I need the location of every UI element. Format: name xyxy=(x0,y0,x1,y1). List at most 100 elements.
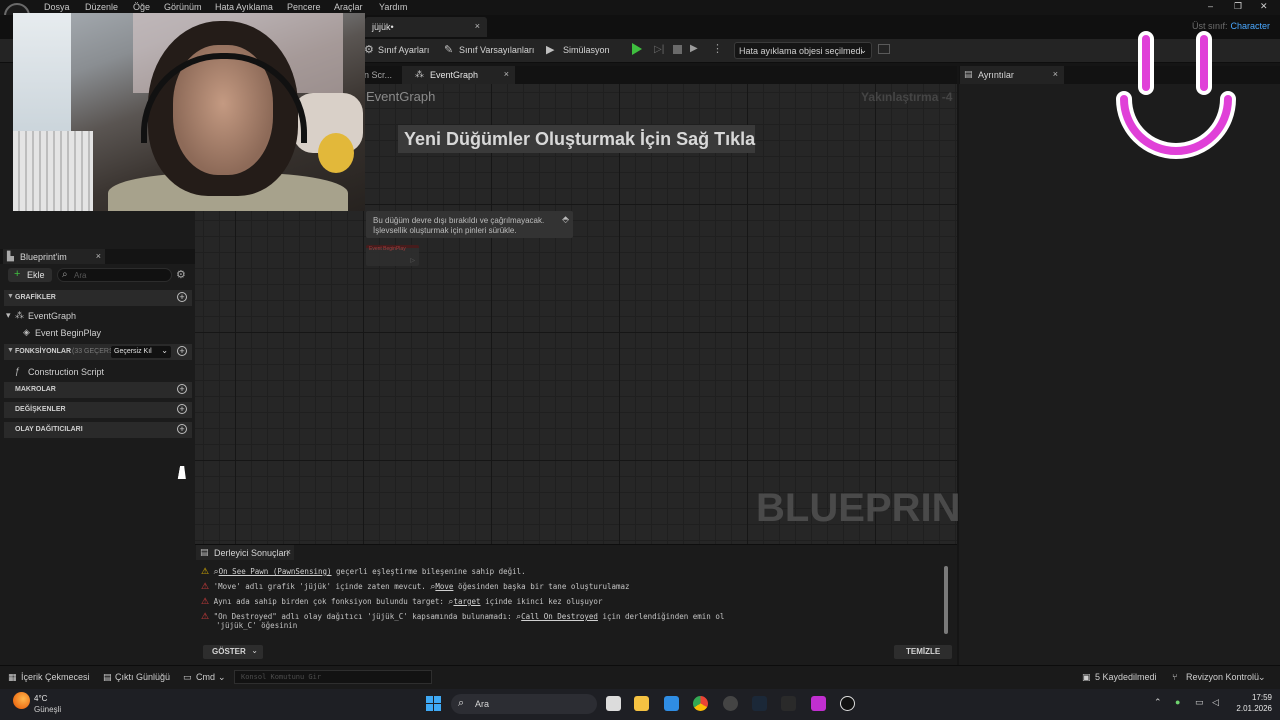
console-command-field[interactable] xyxy=(234,670,432,684)
show-button[interactable]: GÖSTER ⌄ xyxy=(203,645,263,659)
function-icon: ƒ xyxy=(15,366,21,376)
compiler-results-tab[interactable]: ▤ Derleyici Sonuçları × xyxy=(196,545,294,560)
message-link[interactable]: On See Pawn (PawnSensing) xyxy=(219,567,332,576)
chrome-icon[interactable] xyxy=(693,696,708,711)
add-button[interactable]: + Ekle xyxy=(8,268,52,282)
chevron-up-icon[interactable]: ⌃ xyxy=(1154,697,1162,708)
details-tab[interactable]: ▤ Ayrıntılar × xyxy=(960,66,1064,84)
content-drawer-icon: ▦ xyxy=(8,672,17,682)
task-view-icon[interactable] xyxy=(606,696,621,711)
message-link[interactable]: Call On Destroyed xyxy=(521,612,598,621)
event-begin-play-node[interactable]: Event BeginPlay ▷ xyxy=(366,245,419,266)
section-functions-label: FONKSİYONLAR xyxy=(15,348,71,355)
blueprint-search[interactable]: ⌕ xyxy=(57,268,172,282)
cmd-dropdown[interactable]: Cmd xyxy=(196,672,215,682)
menu-debug[interactable]: Hata Ayıklama xyxy=(215,2,273,12)
add-dispatcher-icon[interactable]: + xyxy=(177,424,187,434)
epic-games-icon[interactable] xyxy=(781,696,796,711)
override-label: Geçersiz Kıl xyxy=(114,348,152,355)
volume-icon[interactable]: ◁ xyxy=(1212,697,1219,708)
console-input[interactable] xyxy=(235,671,431,683)
section-graphs[interactable]: ▼ GRAFİKLER + xyxy=(4,290,192,306)
taskbar-search[interactable]: ⌕ Ara xyxy=(451,694,597,714)
step-icon[interactable]: ▷| xyxy=(654,44,664,55)
more-options-icon[interactable]: ⋮ xyxy=(712,42,723,55)
message-text-2: içinde ikinci kez oluşuyor xyxy=(485,597,603,606)
menu-asset[interactable]: Öğe xyxy=(133,2,150,12)
unsaved-button[interactable]: 5 Kaydedilmedi xyxy=(1095,672,1157,682)
menu-window[interactable]: Pencere xyxy=(287,2,321,12)
close-window-button[interactable]: ✕ xyxy=(1260,1,1268,12)
tree-item-construction-script[interactable]: Construction Script xyxy=(28,367,104,377)
weather-icon[interactable] xyxy=(13,692,30,709)
menu-edit[interactable]: Düzenle xyxy=(85,2,118,12)
close-icon[interactable]: × xyxy=(1053,69,1058,79)
class-defaults-button[interactable]: Sınıf Varsayılanları xyxy=(459,45,534,55)
restore-button[interactable]: ❐ xyxy=(1234,1,1242,12)
clear-button[interactable]: TEMİZLE xyxy=(894,645,952,659)
smiley-overlay-icon xyxy=(1116,31,1236,159)
network-icon[interactable]: ▭ xyxy=(1195,697,1204,708)
section-variables[interactable]: DEĞİŞKENLER + xyxy=(4,402,192,418)
debug-object-select[interactable]: Hata ayıklama objesi seçilmedi ⌄ xyxy=(734,42,872,59)
close-icon[interactable]: × xyxy=(286,547,291,557)
system-clock[interactable]: 17:59 2.01.2026 xyxy=(1236,692,1272,714)
my-blueprint-tab[interactable]: ▙ Blueprint'im × xyxy=(3,249,105,264)
tooltip-line-1: Bu düğüm devre dışı bırakıldı ve çağrılm… xyxy=(373,216,545,225)
exec-pin-icon[interactable]: ▷ xyxy=(410,257,415,264)
eject-icon[interactable]: ▶ xyxy=(690,43,698,54)
add-variable-icon[interactable]: + xyxy=(177,404,187,414)
message-link[interactable]: target xyxy=(453,597,480,606)
my-blueprint-tab-label: Blueprint'im xyxy=(20,252,67,262)
tree-item-begin-play[interactable]: Event BeginPlay xyxy=(35,328,101,338)
settings-gear-icon[interactable]: ⚙ xyxy=(176,268,186,281)
blueprint-watermark: BLUEPRINT xyxy=(756,486,985,530)
menu-view[interactable]: Görünüm xyxy=(164,2,202,12)
simulation-button[interactable]: Simülasyon xyxy=(563,45,610,55)
menu-tools[interactable]: Araçlar xyxy=(334,2,363,12)
app-icon[interactable] xyxy=(723,696,738,711)
minimize-button[interactable]: – xyxy=(1208,1,1213,11)
menu-help[interactable]: Yardım xyxy=(379,2,407,12)
compiler-scrollbar[interactable] xyxy=(944,566,948,634)
override-dropdown[interactable]: Geçersiz Kıl ⌄ xyxy=(111,346,171,358)
section-graphs-label: GRAFİKLER xyxy=(15,294,56,301)
menu-file[interactable]: Dosya xyxy=(44,2,70,12)
tab-event-graph[interactable]: ⁂ EventGraph × xyxy=(402,66,515,84)
add-graph-icon[interactable]: + xyxy=(177,292,187,302)
section-dispatchers[interactable]: OLAY DAĞITICILARI + xyxy=(4,422,192,438)
revision-control-button[interactable]: Revizyon Kontrolü xyxy=(1186,672,1259,682)
section-variables-label: DEĞİŞKENLER xyxy=(15,406,66,413)
webcam-toy xyxy=(318,133,354,173)
message-text: Aynı ada sahip birden çok fonksiyon bulu… xyxy=(213,597,444,606)
filter-icon[interactable] xyxy=(878,44,890,54)
output-log-button[interactable]: Çıktı Günlüğü xyxy=(115,672,170,682)
node-disabled-tooltip: Bu düğüm devre dışı bırakıldı ve çağrılm… xyxy=(366,211,573,238)
file-explorer-icon[interactable] xyxy=(634,696,649,711)
search-input[interactable] xyxy=(74,270,166,280)
microphone-icon[interactable]: ● xyxy=(1175,697,1180,707)
stop-button[interactable] xyxy=(673,45,682,54)
windows-start-icon[interactable] xyxy=(426,696,441,711)
plus-icon: + xyxy=(14,268,21,280)
close-icon[interactable]: × xyxy=(504,69,509,79)
app-icon[interactable] xyxy=(811,696,826,711)
tab-construction-script[interactable]: n Scr... xyxy=(364,70,392,80)
add-function-icon[interactable]: + xyxy=(177,346,187,356)
document-tab[interactable]: jüjük• × xyxy=(365,17,487,37)
unreal-engine-icon[interactable] xyxy=(840,696,855,711)
chevron-down-icon: ⌄ xyxy=(859,45,867,55)
tree-item-event-graph[interactable]: EventGraph xyxy=(28,311,76,321)
node-title: Event BeginPlay xyxy=(369,246,406,252)
play-button[interactable] xyxy=(632,43,642,55)
store-icon[interactable] xyxy=(664,696,679,711)
expand-arrow-icon[interactable]: ▾ xyxy=(6,310,11,321)
close-icon[interactable]: × xyxy=(96,251,101,261)
close-icon[interactable]: × xyxy=(475,21,480,31)
section-macros[interactable]: MAKROLAR + xyxy=(4,382,192,398)
add-macro-icon[interactable]: + xyxy=(177,384,187,394)
steam-icon[interactable] xyxy=(752,696,767,711)
content-drawer-button[interactable]: İçerik Çekmecesi xyxy=(21,672,90,682)
message-link[interactable]: Move xyxy=(435,582,453,591)
class-settings-button[interactable]: Sınıf Ayarları xyxy=(378,45,429,55)
